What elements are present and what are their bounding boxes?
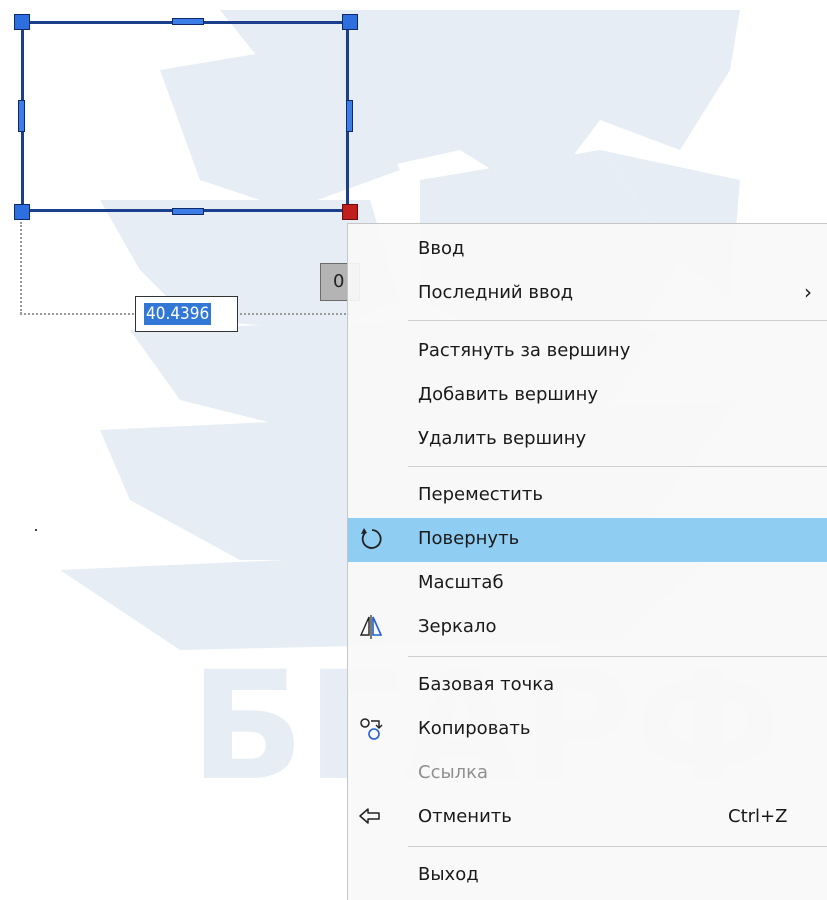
dimension-extension-line bbox=[20, 222, 22, 314]
menu-item-undo[interactable]: Отменить Ctrl+Z bbox=[348, 796, 827, 840]
menu-item-last-input[interactable]: Последний ввод › bbox=[348, 272, 827, 316]
corner-grip[interactable] bbox=[342, 14, 358, 30]
drawing-canvas[interactable]: БГАРФ 40.4396 0 Ввод Последний ввод › Ра… bbox=[0, 0, 827, 900]
midpoint-grip[interactable] bbox=[172, 208, 204, 215]
menu-item-enter[interactable]: Ввод bbox=[348, 228, 827, 272]
corner-grip[interactable] bbox=[14, 14, 30, 30]
point-marker bbox=[35, 529, 37, 531]
midpoint-grip[interactable] bbox=[172, 18, 204, 25]
menu-item-rotate[interactable]: Повернуть bbox=[348, 518, 827, 562]
menu-item-add-vertex[interactable]: Добавить вершину bbox=[348, 374, 827, 418]
chevron-right-icon: › bbox=[804, 280, 812, 304]
menu-item-stretch-vertex[interactable]: Растянуть за вершину bbox=[348, 330, 827, 374]
midpoint-grip[interactable] bbox=[346, 100, 353, 132]
menu-item-scale[interactable]: Масштаб bbox=[348, 562, 827, 606]
menu-item-base-point[interactable]: Базовая точка bbox=[348, 664, 827, 708]
corner-grip[interactable] bbox=[14, 204, 30, 220]
hot-grip[interactable] bbox=[342, 204, 358, 220]
menu-item-move[interactable]: Переместить bbox=[348, 474, 827, 518]
menu-separator bbox=[408, 846, 827, 847]
menu-separator bbox=[408, 466, 827, 467]
menu-item-exit[interactable]: Выход bbox=[348, 854, 827, 898]
menu-item-copy[interactable]: Копировать bbox=[348, 708, 827, 752]
dimension-input[interactable]: 40.4396 bbox=[135, 296, 238, 332]
menu-item-reference: Ссылка bbox=[418, 762, 489, 783]
shortcut-label: Ctrl+Z bbox=[728, 806, 788, 827]
menu-separator bbox=[408, 320, 827, 321]
context-menu: Ввод Последний ввод › Растянуть за верши… bbox=[347, 223, 827, 900]
mirror-icon bbox=[359, 615, 383, 639]
menu-item-mirror[interactable]: Зеркало bbox=[348, 606, 827, 650]
selected-rectangle[interactable] bbox=[21, 21, 349, 212]
rotate-icon bbox=[361, 528, 382, 549]
menu-item-remove-vertex[interactable]: Удалить вершину bbox=[348, 418, 827, 462]
dimension-value: 40.4396 bbox=[144, 303, 212, 325]
midpoint-grip[interactable] bbox=[18, 100, 25, 132]
undo-icon bbox=[359, 808, 380, 824]
copy-icon bbox=[360, 718, 383, 740]
menu-separator bbox=[408, 656, 827, 657]
